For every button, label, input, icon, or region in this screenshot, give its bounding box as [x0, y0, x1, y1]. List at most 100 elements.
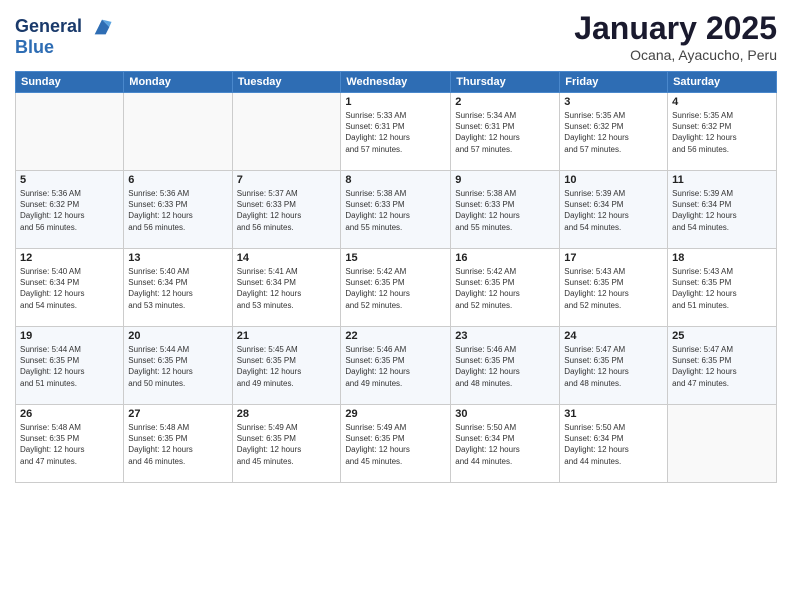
table-row: 28 Sunrise: 5:49 AM Sunset: 6:35 PM Dayli…	[232, 405, 341, 483]
day-number: 28	[237, 408, 337, 420]
table-row: 30 Sunrise: 5:50 AM Sunset: 6:34 PM Dayli…	[451, 405, 560, 483]
table-row: 13Sunrise: 5:40 AM Sunset: 6:34 PM Dayli…	[124, 249, 232, 327]
col-monday: Monday	[124, 72, 232, 93]
table-row	[232, 93, 341, 171]
day-info: Sunrise: 5:47 AM Sunset: 6:35 PM Dayligh…	[564, 344, 663, 389]
table-row: 21Sunrise: 5:45 AM Sunset: 6:35 PM Dayli…	[232, 327, 341, 405]
day-info: Sunrise: 5:34 AM Sunset: 6:31 PM Dayligh…	[455, 110, 555, 155]
table-row: 31 Sunrise: 5:50 AM Sunset: 6:34 PM Dayli…	[560, 405, 668, 483]
table-row	[668, 405, 777, 483]
day-number: 23	[455, 330, 555, 342]
day-number: 22	[345, 330, 446, 342]
day-info: Sunrise: 5:46 AM Sunset: 6:35 PM Dayligh…	[345, 344, 446, 389]
subtitle: Ocana, Ayacucho, Peru	[574, 47, 777, 63]
day-number: 18	[672, 252, 772, 264]
day-number: 31	[564, 408, 663, 420]
calendar-table: Sunday Monday Tuesday Wednesday Thursday…	[15, 71, 777, 483]
day-number: 5	[20, 174, 119, 186]
table-row: 19 Sunrise: 5:44 AM Sunset: 6:35 PM Dayli…	[16, 327, 124, 405]
logo-text: General	[15, 16, 113, 38]
day-info: Sunrise: 5:43 AM Sunset: 6:35 PM Dayligh…	[564, 266, 663, 311]
day-info: Sunrise: 5:35 AM Sunset: 6:32 PM Dayligh…	[672, 110, 772, 155]
day-info: Sunrise: 5:46 AM Sunset: 6:35 PM Dayligh…	[455, 344, 555, 389]
header: General Blue January 2025 Ocana, Ayacuch…	[15, 10, 777, 63]
day-number: 25	[672, 330, 772, 342]
day-number: 26	[20, 408, 119, 420]
table-row: 26 Sunrise: 5:48 AM Sunset: 6:35 PM Dayli…	[16, 405, 124, 483]
day-info: Sunrise: 5:49 AM Sunset: 6:35 PM Dayligh…	[345, 422, 446, 467]
day-info: Sunrise: 5:40 AM Sunset: 6:34 PM Dayligh…	[20, 266, 119, 311]
day-number: 27	[128, 408, 227, 420]
day-number: 6	[128, 174, 227, 186]
table-row: 22 Sunrise: 5:46 AM Sunset: 6:35 PM Dayli…	[341, 327, 451, 405]
day-info: Sunrise: 5:39 AM Sunset: 6:34 PM Dayligh…	[564, 188, 663, 233]
table-row: 4 Sunrise: 5:35 AM Sunset: 6:32 PM Daylig…	[668, 93, 777, 171]
day-info: Sunrise: 5:42 AM Sunset: 6:35 PM Dayligh…	[345, 266, 446, 311]
day-info: Sunrise: 5:35 AM Sunset: 6:32 PM Dayligh…	[564, 110, 663, 155]
table-row: 12 Sunrise: 5:40 AM Sunset: 6:34 PM Dayli…	[16, 249, 124, 327]
day-number: 1	[345, 96, 446, 108]
calendar-week-row: 12 Sunrise: 5:40 AM Sunset: 6:34 PM Dayli…	[16, 249, 777, 327]
table-row: 11Sunrise: 5:39 AM Sunset: 6:34 PM Dayli…	[668, 171, 777, 249]
month-title: January 2025	[574, 10, 777, 47]
table-row	[16, 93, 124, 171]
day-info: Sunrise: 5:44 AM Sunset: 6:35 PM Dayligh…	[20, 344, 119, 389]
day-number: 20	[128, 330, 227, 342]
table-row: 7 Sunrise: 5:37 AM Sunset: 6:33 PM Daylig…	[232, 171, 341, 249]
day-number: 13	[128, 252, 227, 264]
day-number: 19	[20, 330, 119, 342]
day-info: Sunrise: 5:50 AM Sunset: 6:34 PM Dayligh…	[455, 422, 555, 467]
day-info: Sunrise: 5:43 AM Sunset: 6:35 PM Dayligh…	[672, 266, 772, 311]
calendar-week-row: 1 Sunrise: 5:33 AM Sunset: 6:31 PM Daylig…	[16, 93, 777, 171]
col-saturday: Saturday	[668, 72, 777, 93]
day-number: 2	[455, 96, 555, 108]
day-number: 15	[345, 252, 446, 264]
day-info: Sunrise: 5:49 AM Sunset: 6:35 PM Dayligh…	[237, 422, 337, 467]
day-info: Sunrise: 5:48 AM Sunset: 6:35 PM Dayligh…	[128, 422, 227, 467]
day-info: Sunrise: 5:33 AM Sunset: 6:31 PM Dayligh…	[345, 110, 446, 155]
col-sunday: Sunday	[16, 72, 124, 93]
day-info: Sunrise: 5:37 AM Sunset: 6:33 PM Dayligh…	[237, 188, 337, 233]
table-row: 18 Sunrise: 5:43 AM Sunset: 6:35 PM Dayli…	[668, 249, 777, 327]
day-info: Sunrise: 5:47 AM Sunset: 6:35 PM Dayligh…	[672, 344, 772, 389]
day-info: Sunrise: 5:42 AM Sunset: 6:35 PM Dayligh…	[455, 266, 555, 311]
table-row: 10Sunrise: 5:39 AM Sunset: 6:34 PM Dayli…	[560, 171, 668, 249]
table-row: 6 Sunrise: 5:36 AM Sunset: 6:33 PM Daylig…	[124, 171, 232, 249]
day-number: 3	[564, 96, 663, 108]
table-row: 29 Sunrise: 5:49 AM Sunset: 6:35 PM Dayli…	[341, 405, 451, 483]
title-area: January 2025 Ocana, Ayacucho, Peru	[574, 10, 777, 63]
day-info: Sunrise: 5:50 AM Sunset: 6:34 PM Dayligh…	[564, 422, 663, 467]
table-row: 5Sunrise: 5:36 AM Sunset: 6:32 PM Daylig…	[16, 171, 124, 249]
calendar-week-row: 19 Sunrise: 5:44 AM Sunset: 6:35 PM Dayli…	[16, 327, 777, 405]
table-row: 9Sunrise: 5:38 AM Sunset: 6:33 PM Daylig…	[451, 171, 560, 249]
day-number: 4	[672, 96, 772, 108]
table-row: 3 Sunrise: 5:35 AM Sunset: 6:32 PM Daylig…	[560, 93, 668, 171]
logo-blue: Blue	[15, 38, 113, 58]
table-row: 14 Sunrise: 5:41 AM Sunset: 6:34 PM Dayli…	[232, 249, 341, 327]
calendar-week-row: 26 Sunrise: 5:48 AM Sunset: 6:35 PM Dayli…	[16, 405, 777, 483]
col-thursday: Thursday	[451, 72, 560, 93]
logo: General Blue	[15, 16, 113, 58]
calendar-header-row: Sunday Monday Tuesday Wednesday Thursday…	[16, 72, 777, 93]
table-row	[124, 93, 232, 171]
day-number: 14	[237, 252, 337, 264]
day-number: 30	[455, 408, 555, 420]
table-row: 23 Sunrise: 5:46 AM Sunset: 6:35 PM Dayli…	[451, 327, 560, 405]
table-row: 16Sunrise: 5:42 AM Sunset: 6:35 PM Dayli…	[451, 249, 560, 327]
day-number: 8	[345, 174, 446, 186]
day-info: Sunrise: 5:48 AM Sunset: 6:35 PM Dayligh…	[20, 422, 119, 467]
day-number: 17	[564, 252, 663, 264]
table-row: 24Sunrise: 5:47 AM Sunset: 6:35 PM Dayli…	[560, 327, 668, 405]
day-info: Sunrise: 5:41 AM Sunset: 6:34 PM Dayligh…	[237, 266, 337, 311]
table-row: 15 Sunrise: 5:42 AM Sunset: 6:35 PM Dayli…	[341, 249, 451, 327]
calendar-week-row: 5Sunrise: 5:36 AM Sunset: 6:32 PM Daylig…	[16, 171, 777, 249]
day-number: 9	[455, 174, 555, 186]
day-number: 7	[237, 174, 337, 186]
day-number: 12	[20, 252, 119, 264]
day-number: 29	[345, 408, 446, 420]
logo-icon	[91, 16, 113, 38]
col-wednesday: Wednesday	[341, 72, 451, 93]
col-friday: Friday	[560, 72, 668, 93]
day-info: Sunrise: 5:36 AM Sunset: 6:33 PM Dayligh…	[128, 188, 227, 233]
day-info: Sunrise: 5:44 AM Sunset: 6:35 PM Dayligh…	[128, 344, 227, 389]
